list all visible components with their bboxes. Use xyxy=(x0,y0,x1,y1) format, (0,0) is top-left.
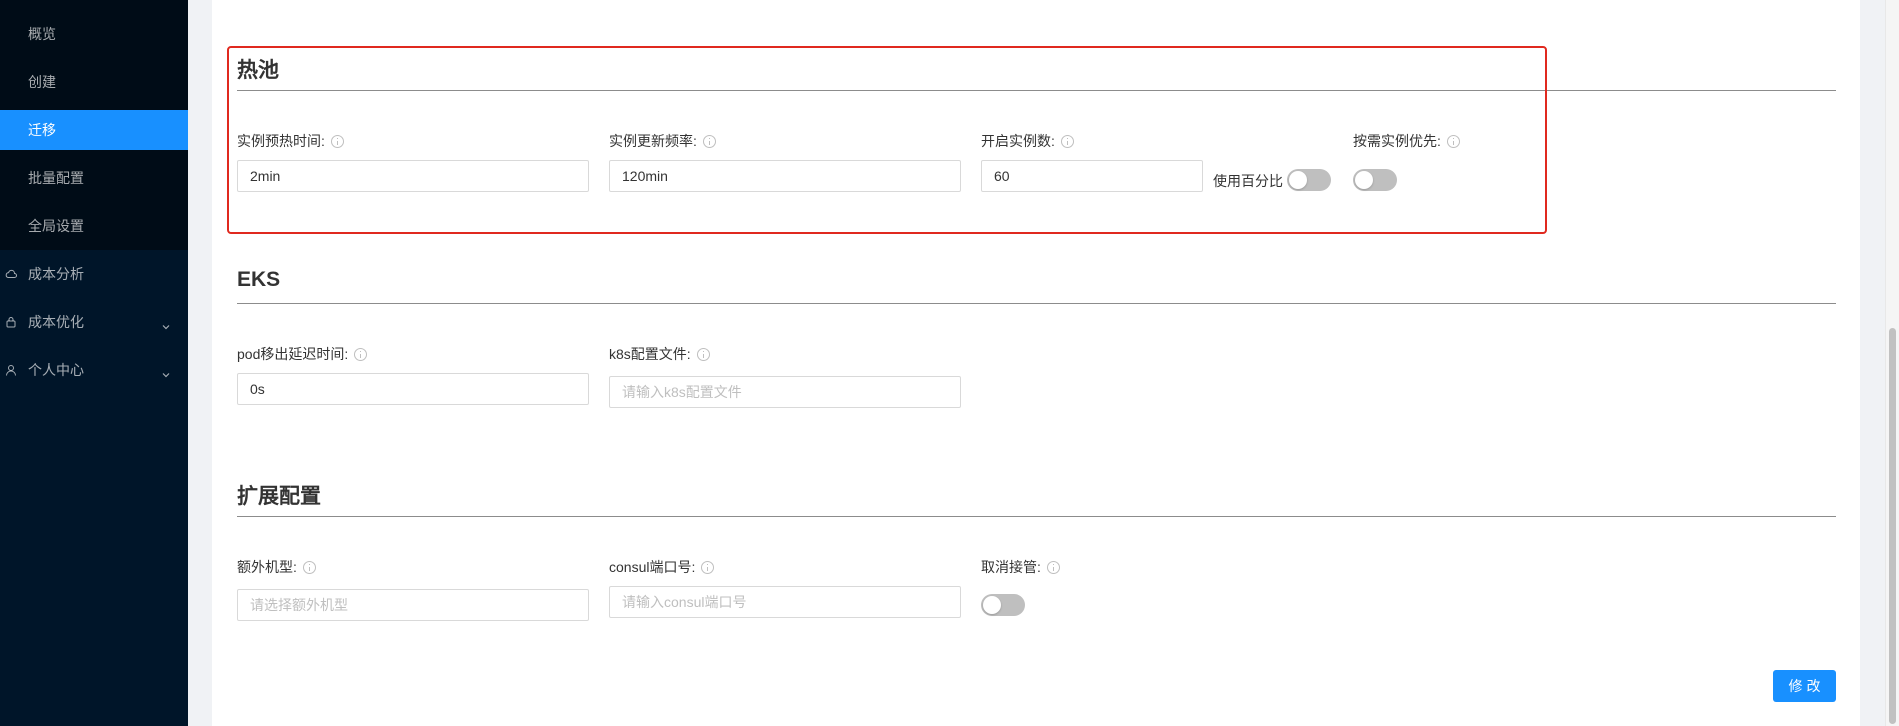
consul-port-label-text: consul端口号: xyxy=(609,559,696,575)
sidebar-item-label: 概览 xyxy=(28,26,56,42)
scrollbar-thumb[interactable] xyxy=(1889,328,1896,724)
sidebar-item-label: 个人中心 xyxy=(28,362,84,378)
consul-port-input[interactable]: 请输入consul端口号 xyxy=(609,586,961,618)
info-icon[interactable] xyxy=(302,560,316,574)
chevron-down-icon xyxy=(162,366,170,378)
sidebar-item-label: 全局设置 xyxy=(28,218,84,234)
extra-type-select[interactable]: 请选择额外机型 xyxy=(237,589,589,621)
cancel-takeover-switch[interactable] xyxy=(981,594,1025,616)
k8s-config-label-text: k8s配置文件: xyxy=(609,346,691,362)
sidebar-item-batch-config[interactable]: 批量配置 xyxy=(0,158,188,198)
sidebar-item-label: 成本优化 xyxy=(28,314,84,330)
sidebar-item-label: 批量配置 xyxy=(28,170,84,186)
switch-knob xyxy=(983,596,1001,614)
sidebar-item-label: 成本分析 xyxy=(28,266,84,282)
section-title-ext: 扩展配置 xyxy=(237,485,321,508)
sidebar-item-migrate[interactable]: 迁移 xyxy=(0,110,188,150)
section-divider xyxy=(237,516,1836,517)
sidebar-item-overview[interactable]: 概览 xyxy=(0,14,188,54)
k8s-config-input[interactable]: 请输入k8s配置文件 xyxy=(609,376,961,408)
pod-delay-label: pod移出延迟时间: xyxy=(237,344,368,364)
sidebar-item-personal-center[interactable]: 个人中心 xyxy=(0,350,188,390)
section-divider xyxy=(237,303,1836,304)
info-icon[interactable] xyxy=(1046,560,1060,574)
extra-type-label-text: 额外机型: xyxy=(237,559,297,575)
k8s-config-label: k8s配置文件: xyxy=(609,344,710,364)
info-icon[interactable] xyxy=(701,560,715,574)
sidebar-item-create[interactable]: 创建 xyxy=(0,62,188,102)
sidebar-item-cost-analysis[interactable]: 成本分析 xyxy=(0,254,188,294)
cloud-icon xyxy=(5,268,17,280)
section-title-eks: EKS xyxy=(237,268,281,291)
pod-delay-label-text: pod移出延迟时间: xyxy=(237,346,349,362)
modify-button[interactable]: 修改 xyxy=(1773,670,1836,702)
info-icon[interactable] xyxy=(354,347,368,361)
sidebar-item-label: 创建 xyxy=(28,74,56,90)
sidebar: 概览 创建 迁移 批量配置 全局设置 成本分析 成本优化 个人中心 xyxy=(0,0,188,726)
pod-delay-input[interactable]: 0s xyxy=(237,373,589,405)
lock-icon xyxy=(5,316,17,328)
sidebar-item-cost-optimize[interactable]: 成本优化 xyxy=(0,302,188,342)
cancel-takeover-label: 取消接管: xyxy=(981,557,1060,577)
consul-port-label: consul端口号: xyxy=(609,557,715,577)
extra-type-label: 额外机型: xyxy=(237,557,316,577)
highlight-box xyxy=(227,46,1547,234)
user-icon xyxy=(5,364,17,376)
cancel-takeover-label-text: 取消接管: xyxy=(981,559,1041,575)
sidebar-item-global-settings[interactable]: 全局设置 xyxy=(0,206,188,246)
chevron-down-icon xyxy=(162,318,170,330)
info-icon[interactable] xyxy=(696,347,710,361)
sidebar-item-label: 迁移 xyxy=(28,122,56,138)
